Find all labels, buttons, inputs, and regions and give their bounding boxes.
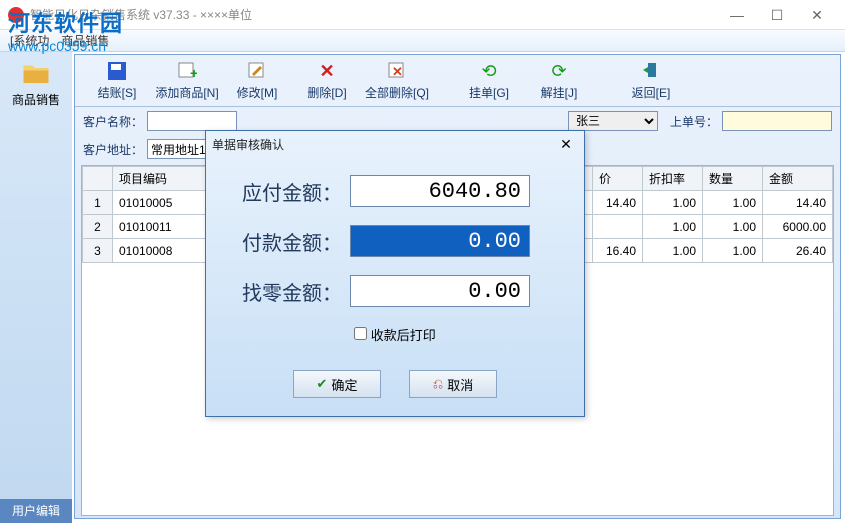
edit-icon <box>247 61 267 81</box>
close-button[interactable]: ✕ <box>797 1 837 29</box>
payable-label: 应付金额： <box>230 177 350 206</box>
hang-button[interactable]: ⟲ 挂单[G] <box>455 61 523 101</box>
delete-all-icon: ✕ <box>387 61 407 81</box>
customer-name-label: 客户名称： <box>83 113 143 130</box>
print-after-checkbox[interactable] <box>354 327 367 340</box>
arrow-left-icon: ⟲ <box>479 61 499 81</box>
paid-input[interactable] <box>350 225 530 257</box>
customer-name-input[interactable] <box>147 111 237 131</box>
change-input[interactable] <box>350 275 530 307</box>
maximize-button[interactable]: ☐ <box>757 1 797 29</box>
sidebar-item-sales[interactable]: 商品销售 <box>0 52 72 114</box>
checkout-button[interactable]: 结账[S] <box>83 61 151 101</box>
col-qty: 数量 <box>703 167 763 191</box>
change-label: 找零金额： <box>230 277 350 306</box>
prev-order-input[interactable] <box>722 111 832 131</box>
col-price: 价 <box>593 167 643 191</box>
delete-button[interactable]: ✕ 删除[D] <box>293 61 361 101</box>
paid-label: 付款金额： <box>230 227 350 256</box>
save-icon <box>107 61 127 81</box>
delete-all-button[interactable]: ✕ 全部删除[Q] <box>363 61 431 101</box>
edit-button[interactable]: 修改[M] <box>223 61 291 101</box>
svg-text:+: + <box>190 65 197 81</box>
col-discount: 折扣率 <box>643 167 703 191</box>
dialog-titlebar: 单据审核确认 ✕ <box>206 131 584 157</box>
folder-icon <box>21 58 51 88</box>
confirm-dialog: 单据审核确认 ✕ 应付金额： 付款金额： 找零金额： 收款后打印 ✔ 确定 ⎌ … <box>205 130 585 417</box>
back-icon <box>641 61 661 81</box>
add-product-button[interactable]: + 添加商品[N] <box>153 61 221 101</box>
sidebar: 商品销售 用户编辑 <box>0 52 72 523</box>
minimize-button[interactable]: — <box>717 1 757 29</box>
dialog-title: 单据审核确认 <box>212 136 554 153</box>
check-icon: ✔ <box>317 376 328 392</box>
unhang-button[interactable]: ⟳ 解挂[J] <box>525 61 593 101</box>
svg-text:✕: ✕ <box>392 64 403 79</box>
menu-system[interactable]: [系统功 <box>10 32 49 49</box>
prev-order-label: 上单号： <box>670 113 718 130</box>
menubar: [系统功 商品销售 <box>0 30 845 52</box>
menu-sales[interactable]: 商品销售 <box>61 32 109 49</box>
dialog-close-button[interactable]: ✕ <box>554 136 578 153</box>
window-titlebar: 智能日化日杂销售系统 v37.33 - ××××单位 — ☐ ✕ <box>0 0 845 30</box>
payable-input[interactable] <box>350 175 530 207</box>
customer-addr-label: 客户地址： <box>83 141 143 158</box>
cancel-button[interactable]: ⎌ 取消 <box>409 370 497 398</box>
window-title: 智能日化日杂销售系统 v37.33 - ××××单位 <box>30 6 717 23</box>
staff-select[interactable]: 张三 <box>568 111 658 131</box>
col-amount: 金额 <box>763 167 833 191</box>
print-after-label: 收款后打印 <box>371 328 436 343</box>
sidebar-item-useredit[interactable]: 用户编辑 <box>0 499 72 523</box>
back-button[interactable]: 返回[E] <box>617 61 685 101</box>
add-icon: + <box>177 61 197 81</box>
delete-icon: ✕ <box>317 61 337 81</box>
sidebar-item-label: 商品销售 <box>0 91 72 108</box>
cancel-icon: ⎌ <box>433 376 443 392</box>
arrow-right-icon: ⟳ <box>549 61 569 81</box>
ok-button[interactable]: ✔ 确定 <box>293 370 381 398</box>
app-icon <box>8 7 24 23</box>
toolbar: 结账[S] + 添加商品[N] 修改[M] ✕ 删除[D] ✕ 全部删除[Q] <box>75 55 840 107</box>
